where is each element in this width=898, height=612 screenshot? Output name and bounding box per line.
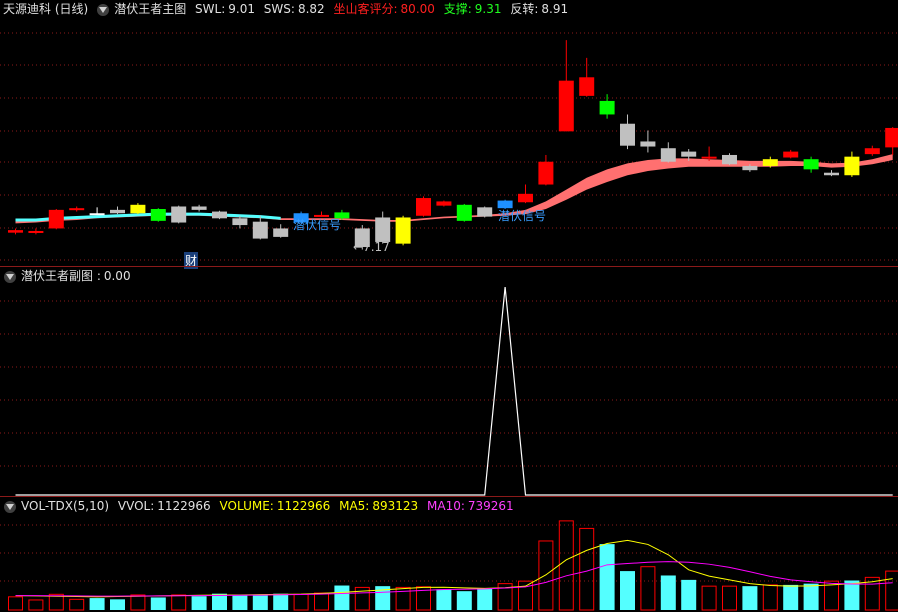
volume-bar xyxy=(538,540,554,611)
volume-bar xyxy=(722,585,737,611)
candle-body xyxy=(28,230,44,233)
candle-body xyxy=(783,151,799,158)
volume-bar xyxy=(8,596,23,611)
candle-body xyxy=(660,148,676,162)
ma10-line xyxy=(15,561,893,597)
candle-body xyxy=(212,211,227,219)
sub-indicator-pane: 潜伏王者副图 :0.00 xyxy=(0,267,898,497)
candle-body xyxy=(252,221,268,239)
candle-body xyxy=(150,209,166,221)
volume-bar xyxy=(252,595,268,610)
volume-bar xyxy=(844,580,860,610)
candle-body xyxy=(620,123,635,146)
candle-body xyxy=(722,154,737,165)
volume-bar xyxy=(660,575,676,610)
volume-bar xyxy=(762,584,778,611)
volume-bar xyxy=(314,592,329,611)
candle-body xyxy=(579,77,595,96)
ma5-line xyxy=(15,539,893,598)
candle-body xyxy=(375,217,391,242)
volume-bar xyxy=(620,571,635,610)
volume-bar xyxy=(701,585,717,611)
candle-body xyxy=(518,193,533,203)
candle-body xyxy=(742,165,758,171)
candle-body xyxy=(762,159,778,166)
signal-label-1: 潜伏信号 xyxy=(293,218,342,232)
candle-body xyxy=(8,230,23,233)
candle-body xyxy=(395,217,411,244)
volume-bar xyxy=(293,593,309,611)
volume-bar xyxy=(558,520,574,611)
candle-body xyxy=(701,156,717,159)
volume-bar xyxy=(599,544,615,610)
volume-bar xyxy=(89,598,105,610)
volume-pane: VOL-TDX(5,10) VVOL: 1122966 VOLUME: 112296… xyxy=(0,497,898,612)
candle-body xyxy=(436,201,452,206)
volume-bar xyxy=(783,584,799,610)
candle-body xyxy=(844,156,860,176)
signal-label-2: 潜伏信号 xyxy=(498,209,547,223)
candle-body xyxy=(599,100,615,115)
candle-body xyxy=(416,198,431,216)
sub-indicator-chart[interactable] xyxy=(0,267,898,497)
volume-bar xyxy=(803,583,819,610)
candle-body xyxy=(558,80,574,132)
volume-bar xyxy=(436,589,452,610)
volume-bar xyxy=(742,586,758,610)
volume-bar xyxy=(681,579,697,610)
volume-bar xyxy=(885,570,898,611)
candle-body xyxy=(110,209,125,214)
candle-body xyxy=(538,161,554,185)
volume-bar xyxy=(640,566,656,611)
volume-bar xyxy=(28,599,44,611)
candle-body xyxy=(885,127,898,148)
candle-body xyxy=(640,141,656,147)
candle-body xyxy=(232,218,248,226)
candle-body xyxy=(130,204,146,214)
volume-bar xyxy=(273,593,289,610)
volume-bar xyxy=(69,598,85,611)
candle-body xyxy=(171,206,187,223)
candle-body xyxy=(864,148,880,155)
price-chart[interactable] xyxy=(0,0,898,268)
candle-body xyxy=(824,172,839,176)
volume-bar xyxy=(456,591,472,610)
candle-body xyxy=(803,159,819,170)
volume-bar xyxy=(477,588,493,610)
ma-ribbon xyxy=(15,154,893,224)
low-price-marker: ←7.17 xyxy=(353,240,390,254)
candle-body xyxy=(89,213,105,216)
candle-body xyxy=(69,208,85,211)
candle-body xyxy=(456,204,472,221)
volume-bar xyxy=(191,596,207,610)
main-chart-pane: 天源迪科 (日线) 潜伏王者主图 SWL: 9.01 SWS: 8.82 坐山客评分:… xyxy=(0,0,898,269)
volume-chart[interactable] xyxy=(0,497,898,612)
volume-bar xyxy=(212,593,227,610)
volume-bar xyxy=(110,599,125,610)
candle-body xyxy=(273,228,289,237)
sub-indicator-line xyxy=(15,286,893,496)
volume-bar xyxy=(232,595,248,610)
volume-bar xyxy=(171,594,187,611)
candle-body xyxy=(477,207,493,217)
volume-bar xyxy=(150,597,166,610)
volume-bar xyxy=(334,585,350,610)
candle-body xyxy=(681,151,697,157)
volume-bar xyxy=(130,594,146,611)
candle-body xyxy=(48,209,64,229)
candle-body xyxy=(191,206,207,210)
